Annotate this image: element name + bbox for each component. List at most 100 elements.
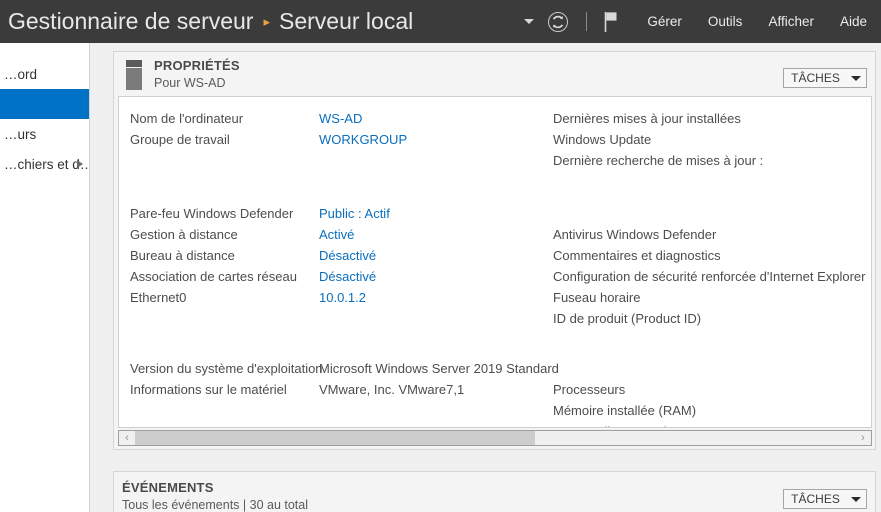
properties-group-gap xyxy=(553,174,871,227)
property-row[interactable]: Configuration de sécurité renforcée d'In… xyxy=(553,269,871,290)
events-tasks-label: TÂCHES xyxy=(791,492,840,506)
property-value: VMware, Inc. VMware7,1 xyxy=(319,382,465,397)
chevron-down-icon[interactable] xyxy=(518,7,540,37)
scroll-left-arrow-icon[interactable]: ‹ xyxy=(119,431,135,445)
properties-tile-header: PROPRIÉTÉS Pour WS-AD TÂCHES xyxy=(114,52,875,96)
property-value[interactable]: Activé xyxy=(319,227,354,242)
property-row[interactable]: Dernière recherche de mises à jour : xyxy=(553,153,871,174)
menu-afficher[interactable]: Afficher xyxy=(755,0,827,43)
property-row: Processeurs xyxy=(553,382,871,403)
property-value[interactable]: Désactivé xyxy=(319,269,376,284)
property-row[interactable]: Fuseau horaire xyxy=(553,290,871,311)
sidebar-item-local-server[interactable] xyxy=(0,89,89,119)
property-row: Version du système d'exploitation Micros… xyxy=(130,361,559,382)
events-tile-header: ÉVÉNEMENTS Tous les événements | 30 au t… xyxy=(114,472,875,512)
property-value[interactable]: Désactivé xyxy=(319,248,376,263)
scrollbar-thumb[interactable] xyxy=(135,431,535,445)
property-row[interactable]: Pare-feu Windows Defender Public : Actif xyxy=(130,206,553,227)
property-key: Bureau à distance xyxy=(130,248,235,263)
properties-group: Dernières mises à jour installées Window… xyxy=(553,111,871,174)
properties-left-column: Nom de l'ordinateur WS-AD Groupe de trav… xyxy=(119,97,559,427)
property-row[interactable]: Association de cartes réseau Désactivé xyxy=(130,269,553,290)
property-key: Groupe de travail xyxy=(130,132,230,147)
properties-group-gap xyxy=(130,311,553,361)
property-key: Mémoire installée (RAM) xyxy=(553,403,697,418)
scroll-right-arrow-icon[interactable]: › xyxy=(855,431,871,445)
property-row[interactable]: Bureau à distance Désactivé xyxy=(130,248,553,269)
sidebar-item-label: …ord xyxy=(4,66,38,82)
property-row[interactable]: Dernières mises à jour installées xyxy=(553,111,871,132)
properties-right-column: Dernières mises à jour installées Window… xyxy=(553,97,871,427)
events-tile: ÉVÉNEMENTS Tous les événements | 30 au t… xyxy=(113,471,876,512)
breadcrumb-app-title[interactable]: Gestionnaire de serveur xyxy=(8,8,253,35)
page-title: PROPRIÉTÉS xyxy=(154,58,240,73)
properties-horizontal-scrollbar[interactable]: ‹ › xyxy=(118,430,872,446)
properties-tasks-label: TÂCHES xyxy=(791,71,840,85)
property-value[interactable]: WS-AD xyxy=(319,111,362,126)
properties-tile-subtitle: Pour WS-AD xyxy=(154,76,226,90)
toolbar: Gérer Outils Afficher Aide xyxy=(518,0,881,43)
events-subtitle: Tous les événements | 30 au total xyxy=(122,498,308,512)
chevron-right-icon xyxy=(77,160,83,168)
property-key: Processeurs xyxy=(553,382,626,397)
properties-group: Processeurs Mémoire installée (RAM) Espa… xyxy=(553,382,871,427)
property-row: Mémoire installée (RAM) xyxy=(553,403,871,424)
property-row[interactable]: Commentaires et diagnostics xyxy=(553,248,871,269)
chevron-down-icon xyxy=(850,75,861,81)
property-key: Espace disque total xyxy=(553,424,853,427)
property-row: Informations sur le matériel VMware, Inc… xyxy=(130,382,553,403)
property-row[interactable]: Windows Update xyxy=(553,132,871,153)
sidebar-item-file-storage-services[interactable]: …chiers et d… xyxy=(0,149,89,179)
properties-tile: PROPRIÉTÉS Pour WS-AD TÂCHES Nom de l'or… xyxy=(113,51,876,450)
property-key: Nom de l'ordinateur xyxy=(130,111,244,126)
menu-outils[interactable]: Outils xyxy=(695,0,756,43)
property-value[interactable]: 10.0.1.2 xyxy=(319,290,366,305)
property-row[interactable]: Antivirus Windows Defender xyxy=(553,227,871,248)
property-row[interactable]: Ethernet0 10.0.1.2 xyxy=(130,290,553,311)
properties-grid: Nom de l'ordinateur WS-AD Groupe de trav… xyxy=(118,96,872,428)
breadcrumb-current-page[interactable]: Serveur local xyxy=(279,8,413,35)
sidebar-item-dashboard[interactable]: …ord xyxy=(0,59,89,89)
property-row[interactable]: Nom de l'ordinateur WS-AD xyxy=(130,111,553,132)
sidebar-item-all-servers[interactable]: …urs xyxy=(0,119,89,149)
properties-group: Nom de l'ordinateur WS-AD Groupe de trav… xyxy=(130,111,553,153)
property-key: Pare-feu Windows Defender xyxy=(130,206,294,221)
properties-tasks-button[interactable]: TÂCHES xyxy=(783,68,867,88)
property-value[interactable]: WORKGROUP xyxy=(319,132,407,147)
events-title: ÉVÉNEMENTS xyxy=(122,480,214,495)
property-key: Fuseau horaire xyxy=(553,290,641,305)
properties-group-gap xyxy=(553,332,871,382)
property-key: Windows Update xyxy=(553,132,652,147)
breadcrumb-separator-icon: ▸ xyxy=(263,14,270,29)
properties-group: Pare-feu Windows Defender Public : Actif… xyxy=(130,206,553,311)
property-key: Ethernet0 xyxy=(130,290,187,305)
property-value: Microsoft Windows Server 2019 Standard xyxy=(319,361,559,376)
sidebar: …ord …urs …chiers et d… xyxy=(0,43,90,512)
scrollbar-track[interactable] xyxy=(135,431,855,445)
properties-group-gap xyxy=(130,153,553,206)
property-key: Dernière recherche de mises à jour : xyxy=(553,153,764,168)
menu-gerer[interactable]: Gérer xyxy=(634,0,695,43)
property-row[interactable]: Groupe de travail WORKGROUP xyxy=(130,132,553,153)
server-icon xyxy=(126,60,142,90)
property-value[interactable]: Public : Actif xyxy=(319,206,390,221)
property-key: ID de produit (Product ID) xyxy=(553,311,702,326)
property-row[interactable]: Gestion à distance Activé xyxy=(130,227,553,248)
property-key: Informations sur le matériel xyxy=(130,382,287,397)
menu-aide[interactable]: Aide xyxy=(827,0,881,43)
property-key: Dernières mises à jour installées xyxy=(553,111,741,126)
refresh-icon[interactable] xyxy=(542,6,574,38)
toolbar-divider xyxy=(586,12,588,31)
property-key: Commentaires et diagnostics xyxy=(553,248,721,263)
title-bar: Gestionnaire de serveur ▸ Serveur local xyxy=(0,0,881,43)
breadcrumb: Gestionnaire de serveur ▸ Serveur local xyxy=(8,8,413,35)
events-tasks-button[interactable]: TÂCHES xyxy=(783,489,867,509)
server-manager-window: Gestionnaire de serveur ▸ Serveur local xyxy=(0,0,881,512)
notifications-flag-icon[interactable] xyxy=(598,7,624,37)
property-key: Gestion à distance xyxy=(130,227,238,242)
sidebar-item-label: …urs xyxy=(4,126,37,142)
property-row[interactable]: ID de produit (Product ID) xyxy=(553,311,871,332)
property-key: Antivirus Windows Defender xyxy=(553,227,717,242)
properties-group: Version du système d'exploitation Micros… xyxy=(130,361,559,403)
